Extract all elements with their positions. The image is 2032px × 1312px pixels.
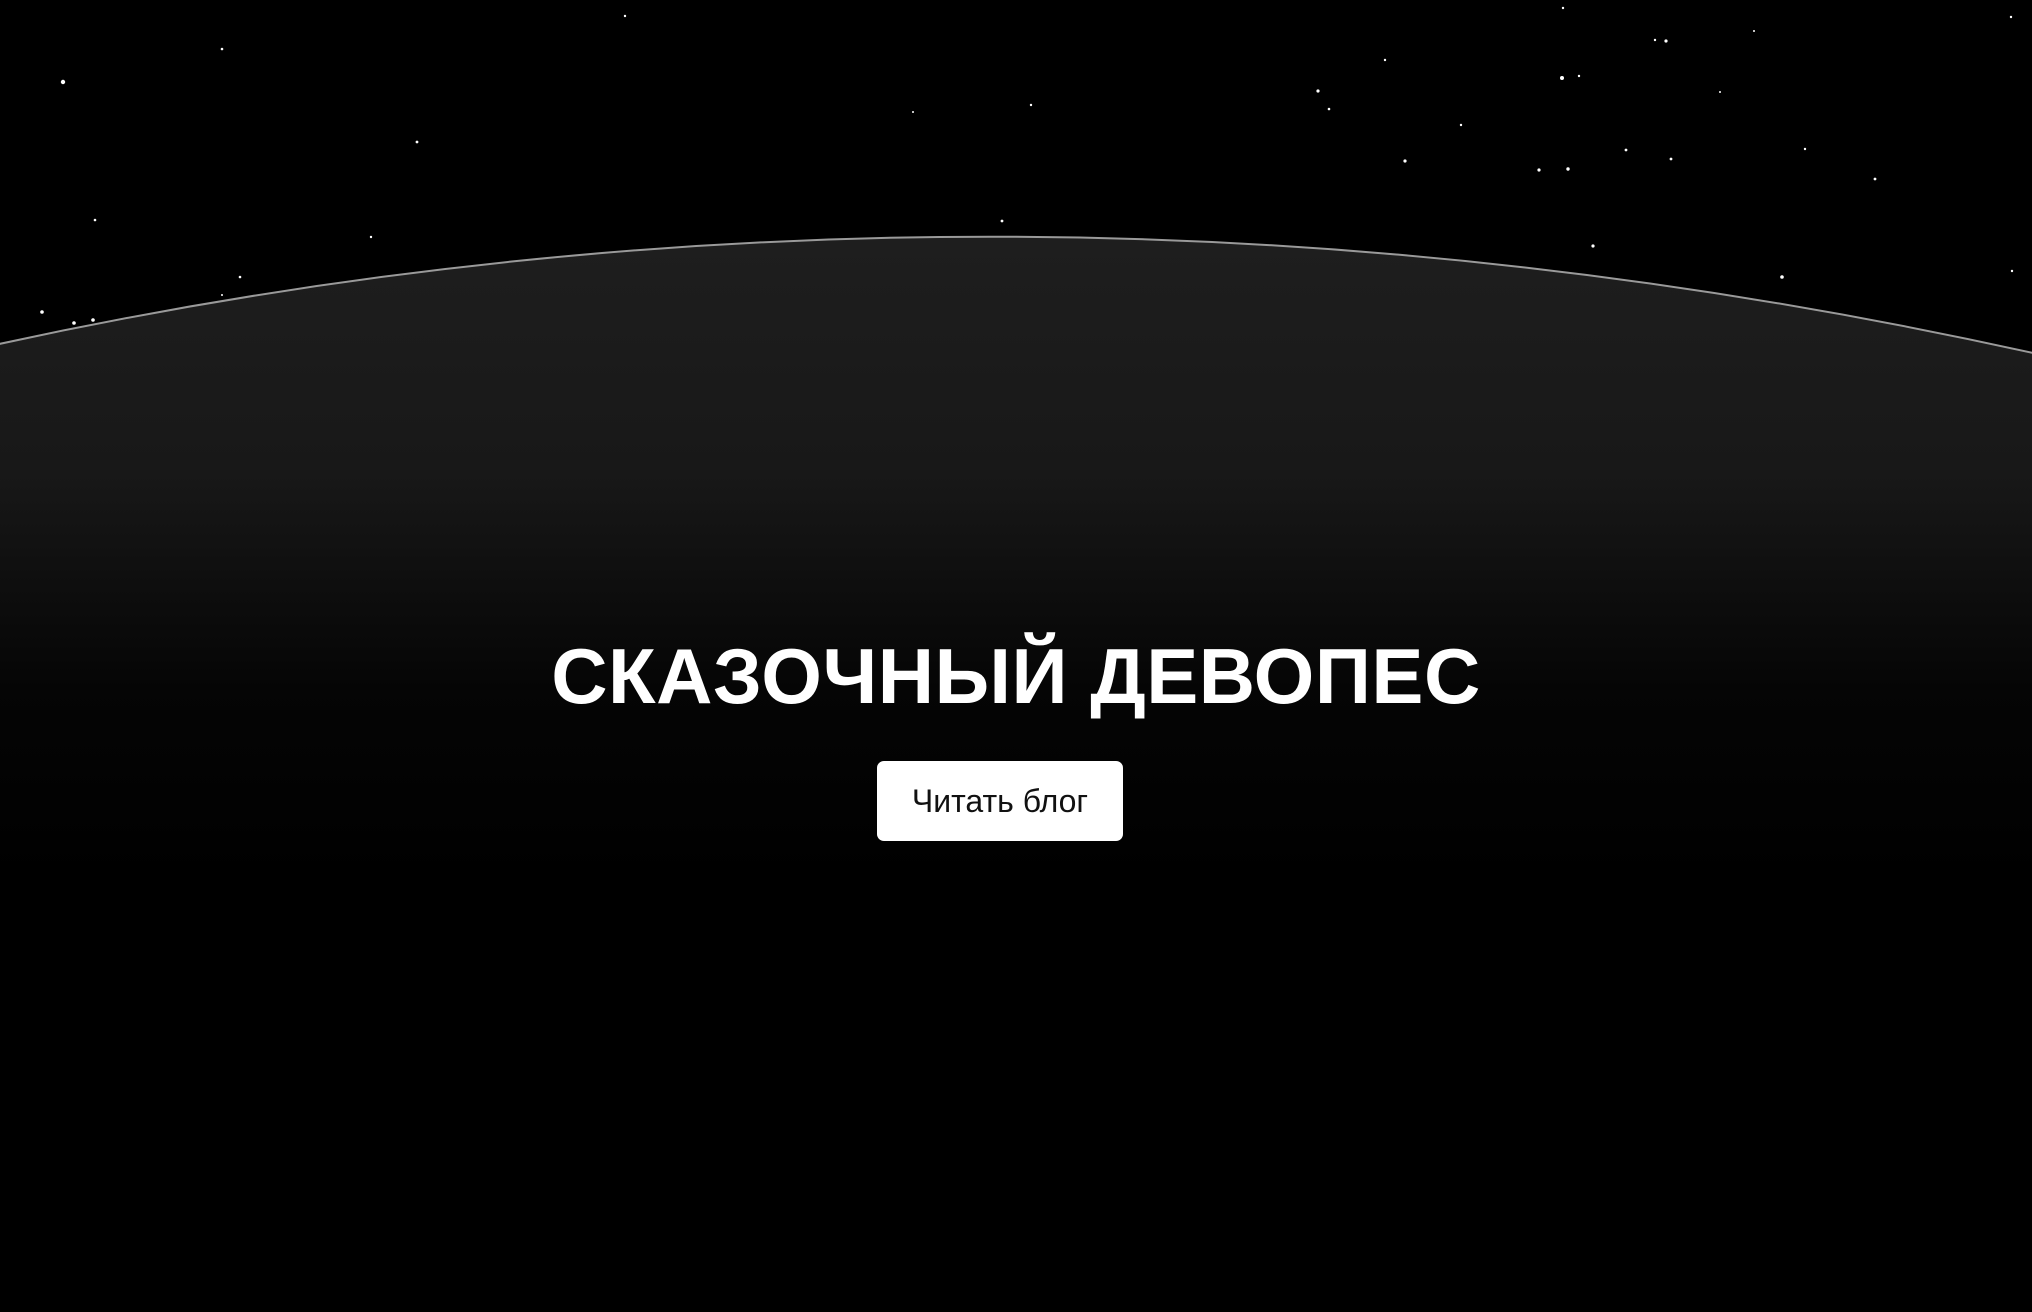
- hero-section: СКАЗОЧНЫЙ ДЕВОПЕС Читать блог: [0, 0, 2032, 1312]
- site-title: СКАЗОЧНЫЙ ДЕВОПЕС: [551, 632, 1481, 720]
- read-blog-button[interactable]: Читать блог: [877, 761, 1123, 841]
- landing-page: СКАЗОЧНЫЙ ДЕВОПЕС Читать блог: [0, 0, 2032, 1312]
